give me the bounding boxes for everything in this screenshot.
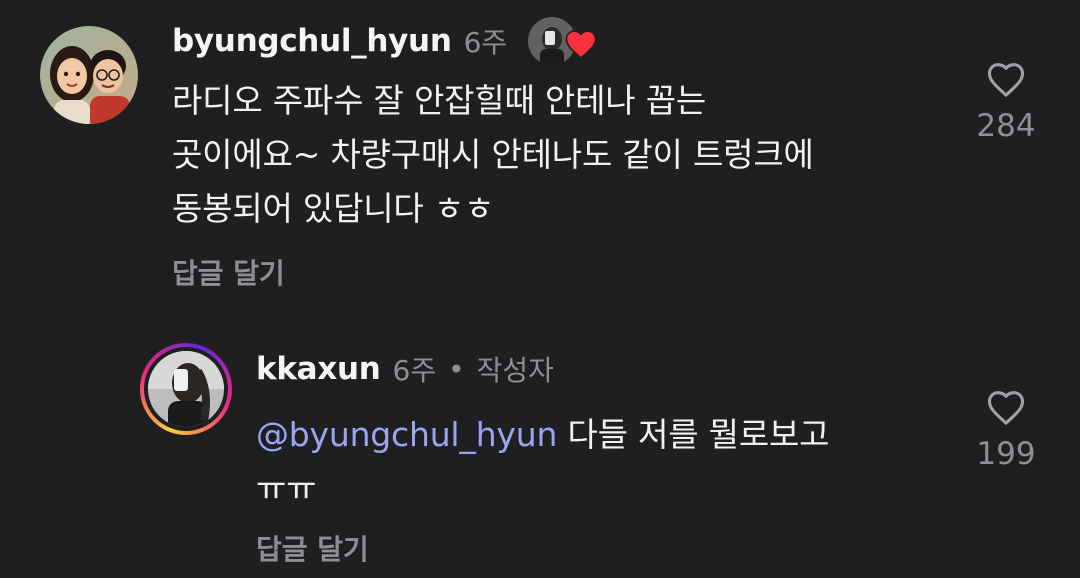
reply-author-photo bbox=[148, 351, 224, 427]
reply-author-avatar-ring[interactable] bbox=[140, 343, 232, 435]
comment-like-count: 284 bbox=[976, 108, 1036, 144]
comment-like-column: 284 bbox=[961, 60, 1051, 144]
heart-outline-icon[interactable] bbox=[985, 388, 1027, 426]
comment-line: 곳이에요~ 차량구매시 안테나도 같이 트렁크에 bbox=[172, 135, 814, 174]
reply-reply-button[interactable]: 답글 달기 bbox=[256, 528, 369, 568]
couple-illustration-avatar bbox=[40, 26, 138, 124]
comment-time: 6주 bbox=[463, 26, 508, 59]
reply-time: 6주 bbox=[392, 354, 437, 387]
reply-like-column: 199 bbox=[961, 388, 1051, 472]
threads-at-icon: @byungchul_hyun bbox=[256, 415, 558, 454]
reply-body: @byungchul_hyun 다들 저를 뭘로보고 ㅠㅠ bbox=[256, 408, 956, 516]
reply-like-count: 199 bbox=[976, 436, 1036, 472]
author-tag: 작성자 bbox=[476, 354, 554, 387]
comment-reply-button[interactable]: 답글 달기 bbox=[172, 252, 285, 292]
reply-username[interactable]: kkaxun bbox=[256, 351, 381, 387]
red-heart-icon bbox=[565, 30, 597, 60]
reply-line: ㅠㅠ bbox=[256, 469, 317, 508]
comment-line: 라디오 주파수 잘 안잡힐때 안테나 꼽는 bbox=[172, 81, 707, 120]
reply-header: kkaxun 6주 • 작성자 bbox=[256, 349, 554, 389]
reply-text-rest: 다들 저를 뭘로보고 bbox=[557, 415, 830, 454]
commenter-avatar[interactable] bbox=[40, 26, 138, 124]
comment-header: byungchul_hyun 6주 bbox=[172, 21, 507, 61]
heart-outline-icon[interactable] bbox=[985, 60, 1027, 98]
comment-body: 라디오 주파수 잘 안잡힐때 안테나 꼽는 곳이에요~ 차량구매시 안테나도 같… bbox=[172, 74, 952, 236]
commenter-username[interactable]: byungchul_hyun bbox=[172, 23, 452, 59]
mention-link[interactable]: @byungchul_hyun bbox=[256, 415, 557, 454]
reply-line: @byungchul_hyun 다들 저를 뭘로보고 bbox=[256, 408, 956, 462]
separator-dot: • bbox=[448, 352, 465, 386]
comment-line: 동봉되어 있답니다 ㅎㅎ bbox=[172, 189, 495, 228]
